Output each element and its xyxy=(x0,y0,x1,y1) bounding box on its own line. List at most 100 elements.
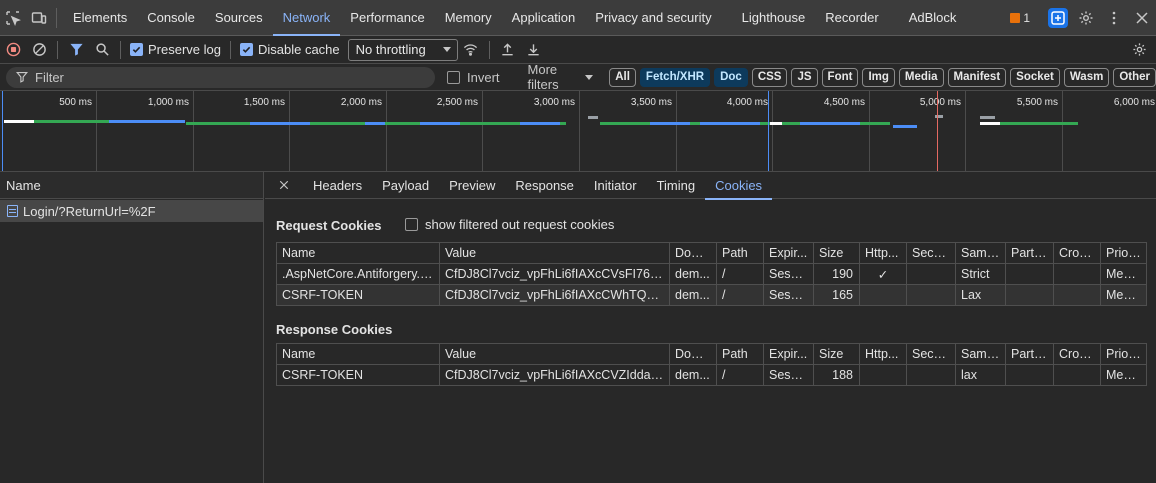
tab-network[interactable]: Network xyxy=(272,0,341,36)
cookie-row[interactable]: CSRF-TOKEN CfDJ8Cl7vciz_vpFhLi6fIAXcCWhTQ… xyxy=(276,284,1147,306)
export-har-download-icon[interactable] xyxy=(521,36,547,64)
issues-counter[interactable]: 1 xyxy=(1010,11,1030,25)
network-conditions-wifi-icon[interactable] xyxy=(458,36,484,64)
column-header-expires[interactable]: Expir... xyxy=(763,343,814,365)
tab-application[interactable]: Application xyxy=(502,0,586,36)
column-header-cross[interactable]: Cross... xyxy=(1053,343,1101,365)
column-header-httponly[interactable]: Http... xyxy=(859,242,907,264)
more-options-icon[interactable] xyxy=(1100,0,1128,36)
timeline-gridline xyxy=(193,91,194,171)
request-row[interactable]: Login/?ReturnUrl=%2F xyxy=(0,200,263,222)
show-filtered-cookies-checkbox[interactable]: show filtered out request cookies xyxy=(405,217,614,232)
column-header-partition[interactable]: Partit... xyxy=(1005,343,1054,365)
column-header-samesite[interactable]: Same... xyxy=(955,343,1006,365)
type-filter-font[interactable]: Font xyxy=(821,67,859,87)
column-header-cross[interactable]: Cross... xyxy=(1053,242,1101,264)
column-header-domain[interactable]: Dom... xyxy=(669,242,717,264)
column-header-size[interactable]: Size xyxy=(813,343,860,365)
filter-funnel-icon[interactable] xyxy=(63,36,89,64)
type-filter-socket[interactable]: Socket xyxy=(1010,67,1060,87)
inspect-element-icon[interactable] xyxy=(0,0,26,36)
type-filter-doc[interactable]: Doc xyxy=(714,67,748,87)
import-har-upload-icon[interactable] xyxy=(495,36,521,64)
cookie-domain: dem... xyxy=(669,364,717,386)
tab-elements[interactable]: Elements xyxy=(63,0,137,36)
filter-input[interactable] xyxy=(35,69,435,85)
cookie-path: / xyxy=(716,364,764,386)
cookie-httponly xyxy=(859,284,907,306)
type-filter-fetch-xhr[interactable]: Fetch/XHR xyxy=(639,67,711,87)
close-icon[interactable] xyxy=(265,172,303,199)
column-header-path[interactable]: Path xyxy=(716,343,764,365)
column-header-samesite[interactable]: Same... xyxy=(955,242,1006,264)
detail-tab-response[interactable]: Response xyxy=(505,172,584,199)
detail-tab-cookies[interactable]: Cookies xyxy=(705,172,773,200)
column-header-secure[interactable]: Secure xyxy=(906,242,956,264)
column-header-name[interactable]: Name xyxy=(276,242,440,264)
network-settings-gear-icon[interactable] xyxy=(1126,36,1152,64)
preserve-log-checkbox[interactable]: Preserve log xyxy=(126,42,225,57)
name-column-header[interactable]: Name xyxy=(0,172,263,199)
search-icon[interactable] xyxy=(89,36,115,64)
cookie-row[interactable]: CSRF-TOKEN CfDJ8Cl7vciz_vpFhLi6fIAXcCVZId… xyxy=(276,364,1147,386)
tab-memory[interactable]: Memory xyxy=(435,0,502,36)
tab-adblock[interactable]: AdBlock xyxy=(899,0,967,36)
close-devtools-icon[interactable] xyxy=(1128,0,1156,36)
cookie-row[interactable]: .AspNetCore.Antiforgery._e... CfDJ8Cl7vci… xyxy=(276,263,1147,285)
detail-tab-payload[interactable]: Payload xyxy=(372,172,439,199)
type-filter-manifest[interactable]: Manifest xyxy=(947,67,1007,87)
more-filters-dropdown[interactable]: More filters xyxy=(528,62,594,92)
column-header-partition[interactable]: Partit... xyxy=(1005,242,1054,264)
disable-cache-checkbox[interactable]: Disable cache xyxy=(236,42,344,57)
cookie-name: .AspNetCore.Antiforgery._e... xyxy=(276,263,440,285)
tab-privacy-and-security[interactable]: Privacy and security xyxy=(585,0,721,36)
tab-lighthouse[interactable]: Lighthouse xyxy=(732,0,816,36)
invert-checkbox[interactable]: Invert xyxy=(447,70,500,85)
document-icon xyxy=(7,205,18,217)
cookie-partition xyxy=(1005,364,1054,386)
filter-field[interactable] xyxy=(6,66,435,88)
timeline-tick-label: 1,000 ms xyxy=(147,97,189,108)
detail-tab-initiator[interactable]: Initiator xyxy=(584,172,647,199)
network-timeline-overview[interactable]: 500 ms 1,000 ms 1,500 ms 2,000 ms 2,500 ms 3,… xyxy=(0,91,1156,172)
tab-console[interactable]: Console xyxy=(137,0,205,36)
cookie-priority: Medi... xyxy=(1100,364,1147,386)
tab-recorder[interactable]: Recorder xyxy=(815,0,888,36)
timeline-request-bar xyxy=(650,122,690,125)
column-header-path[interactable]: Path xyxy=(716,242,764,264)
timeline-request-bar xyxy=(700,122,760,125)
column-header-value[interactable]: Value xyxy=(439,242,670,264)
cookie-secure xyxy=(906,364,956,386)
timeline-request-bar xyxy=(520,122,560,125)
clear-log-icon[interactable] xyxy=(26,36,52,64)
record-stop-icon[interactable] xyxy=(0,36,26,64)
type-filter-media[interactable]: Media xyxy=(898,67,944,87)
device-toolbar-icon[interactable] xyxy=(26,0,52,36)
column-header-priority[interactable]: Priority xyxy=(1100,242,1147,264)
column-header-secure[interactable]: Secure xyxy=(906,343,956,365)
type-filter-js[interactable]: JS xyxy=(791,67,818,87)
column-header-priority[interactable]: Priority xyxy=(1100,343,1147,365)
toolbar-separator xyxy=(120,40,121,59)
tab-performance[interactable]: Performance xyxy=(340,0,434,36)
column-header-expires[interactable]: Expir... xyxy=(763,242,814,264)
type-filter-css[interactable]: CSS xyxy=(751,67,788,87)
column-header-httponly[interactable]: Http... xyxy=(859,343,907,365)
tab-sources[interactable]: Sources xyxy=(205,0,273,36)
checkbox-unchecked-icon xyxy=(447,70,460,84)
detail-tab-headers[interactable]: Headers xyxy=(303,172,372,199)
timeline-request-bar xyxy=(980,116,995,119)
type-filter-wasm[interactable]: Wasm xyxy=(1063,67,1110,87)
detail-tab-timing[interactable]: Timing xyxy=(647,172,706,199)
column-header-domain[interactable]: Dom... xyxy=(669,343,717,365)
detail-tab-preview[interactable]: Preview xyxy=(439,172,505,199)
column-header-size[interactable]: Size xyxy=(813,242,860,264)
type-filter-img[interactable]: Img xyxy=(862,67,895,87)
column-header-value[interactable]: Value xyxy=(439,343,670,365)
type-filter-other[interactable]: Other xyxy=(1113,67,1156,87)
column-header-name[interactable]: Name xyxy=(276,343,440,365)
throttling-select[interactable]: No throttling xyxy=(347,38,458,61)
settings-gear-icon[interactable] xyxy=(1072,0,1100,36)
type-filter-all[interactable]: All xyxy=(609,67,636,87)
ai-assistance-icon[interactable] xyxy=(1044,0,1072,36)
